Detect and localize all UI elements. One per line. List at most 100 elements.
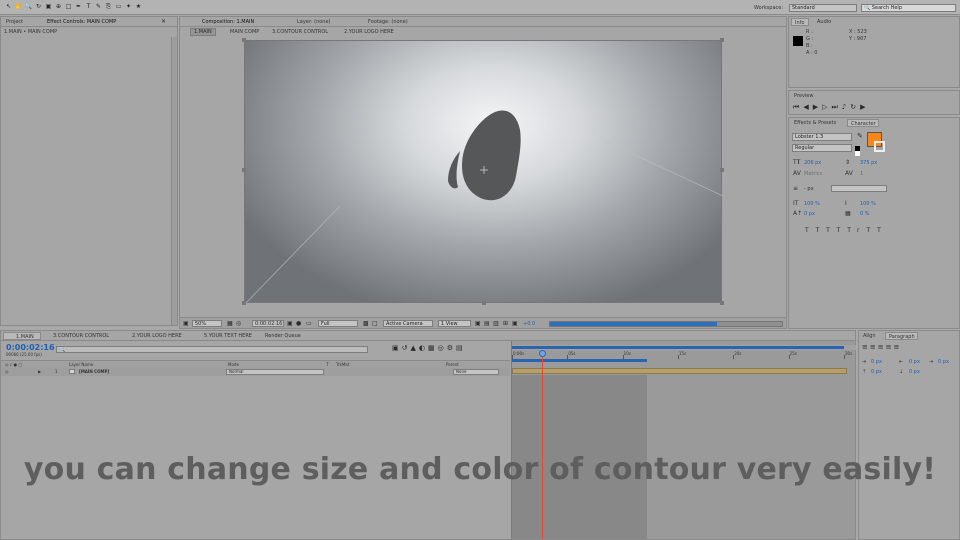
flow-item[interactable]: 2.YOUR LOGO HERE: [344, 29, 394, 35]
motion-blur-icon[interactable]: ◎: [438, 344, 447, 352]
rotate-tool-icon[interactable]: ↻: [34, 3, 43, 11]
frame-blending-icon[interactable]: ▦: [428, 344, 438, 352]
timeline-search-input[interactable]: 🔍: [56, 346, 368, 353]
timeline-tab[interactable]: 5.YOUR TEXT HERE: [204, 333, 252, 339]
pen-tool-icon[interactable]: ✒: [74, 3, 83, 11]
transform-handle[interactable]: [242, 168, 246, 172]
first-frame-icon[interactable]: ⏮: [793, 103, 803, 111]
region-icon[interactable]: ▭: [306, 320, 312, 327]
always-preview-icon[interactable]: ▣: [183, 320, 189, 327]
leading-value[interactable]: 375 px: [860, 160, 877, 166]
camera-tool-icon[interactable]: ▣: [44, 3, 53, 11]
live-update-icon[interactable]: ↺: [402, 344, 411, 352]
vertical-scale-value[interactable]: 100 %: [804, 201, 820, 207]
flow-item-main[interactable]: 1.MAIN: [190, 28, 216, 36]
color-icon[interactable]: ●: [296, 320, 301, 327]
work-area-bar[interactable]: [512, 359, 647, 362]
graph-editor-icon[interactable]: ▤: [456, 344, 466, 352]
navigator-range[interactable]: [512, 346, 844, 349]
transform-handle[interactable]: [720, 38, 724, 42]
tracking-value[interactable]: 1: [860, 171, 863, 177]
stroke-style-select[interactable]: [831, 185, 887, 192]
subscript-button[interactable]: T: [877, 227, 888, 234]
space-after-value[interactable]: 0 px: [909, 369, 920, 375]
tab-audio[interactable]: Audio: [817, 19, 831, 25]
fast-preview-icon[interactable]: ▤: [484, 320, 490, 327]
align-left-icon[interactable]: ≡: [862, 343, 870, 351]
pixel-aspect-icon[interactable]: ▣: [475, 320, 481, 327]
exposure-value[interactable]: +0.0: [523, 321, 535, 327]
play-icon[interactable]: ▶: [813, 103, 822, 111]
faux-italic-button[interactable]: T: [816, 227, 827, 234]
layer-row[interactable]: ◎ ▶ 1 [MAIN COMP] Normal None: [1, 368, 510, 376]
tab-paragraph[interactable]: Paragraph: [885, 332, 918, 340]
flow-item[interactable]: MAIN COMP: [230, 29, 259, 35]
search-help-input[interactable]: 🔍 Search Help: [861, 4, 956, 12]
time-graph[interactable]: 0:00s 05s 10s 15s 20s 25s 30s: [511, 341, 856, 539]
comp-mini-flowchart-icon[interactable]: ▣: [392, 344, 402, 352]
camera-icon[interactable]: ▣: [287, 320, 293, 327]
clone-tool-icon[interactable]: ⎘: [104, 3, 113, 11]
scrollbar[interactable]: [171, 37, 177, 325]
superscript-button[interactable]: T: [867, 227, 878, 234]
col-layer-name[interactable]: Layer Name: [69, 362, 93, 367]
layer-mode-select[interactable]: Normal: [226, 369, 324, 375]
resolution-select[interactable]: Full: [318, 320, 358, 327]
composition-canvas[interactable]: [244, 40, 723, 304]
selection-tool-icon[interactable]: ↖: [4, 3, 13, 11]
timeline-tab[interactable]: 2.YOUR LOGO HERE: [132, 333, 182, 339]
layer-name[interactable]: [MAIN COMP]: [79, 369, 109, 374]
align-right-icon[interactable]: ≡: [878, 343, 886, 351]
audio-icon[interactable]: ♪: [842, 103, 850, 111]
white-swatch[interactable]: [855, 151, 860, 156]
pan-behind-tool-icon[interactable]: ⊕: [54, 3, 63, 11]
indent-left-value[interactable]: 0 px: [871, 359, 882, 365]
timeline-tab[interactable]: 3.CONTOUR CONTROL: [53, 333, 109, 339]
transform-handle[interactable]: [720, 301, 724, 305]
transform-handle[interactable]: [482, 301, 486, 305]
visibility-icon[interactable]: ◎: [5, 369, 9, 374]
zoom-select[interactable]: 50%: [192, 320, 222, 327]
tab-effects-presets[interactable]: Effects & Presets: [794, 120, 836, 126]
first-line-value[interactable]: 0 px: [938, 359, 949, 365]
horizontal-scale-value[interactable]: 100 %: [860, 201, 876, 207]
transform-handle[interactable]: [242, 301, 246, 305]
ram-preview-icon[interactable]: ▶: [860, 103, 869, 111]
justify-icon[interactable]: ≡: [886, 343, 894, 351]
timeline-icon[interactable]: ▥: [493, 320, 499, 327]
roto-tool-icon[interactable]: ✦: [124, 3, 133, 11]
tsume-value[interactable]: 0 %: [860, 211, 870, 217]
snapshot-icon[interactable]: ◎: [236, 320, 241, 327]
font-size-value[interactable]: 206 px: [804, 160, 821, 166]
expand-icon[interactable]: ▶: [38, 369, 41, 374]
transform-handle[interactable]: [242, 38, 246, 42]
kerning-value[interactable]: Metrics: [804, 171, 822, 177]
tab-align[interactable]: Align: [863, 333, 876, 339]
timecode-field[interactable]: 0:00:02:16: [252, 320, 284, 327]
tab-character[interactable]: Character: [847, 119, 879, 127]
timeline-tab-main[interactable]: 1.MAIN: [3, 332, 41, 340]
faux-bold-button[interactable]: T: [805, 227, 816, 234]
tab-preview[interactable]: Preview: [794, 93, 813, 99]
tab-info[interactable]: Info: [791, 18, 809, 26]
loop-icon[interactable]: ↻: [850, 103, 860, 111]
tab-project[interactable]: Project: [6, 19, 23, 25]
previous-frame-icon[interactable]: ◀: [803, 103, 812, 111]
tab-effect-controls[interactable]: Effect Controls: MAIN COMP: [47, 19, 116, 25]
current-time-indicator[interactable]: [542, 350, 543, 539]
hand-tool-icon[interactable]: ✋: [14, 3, 23, 11]
zoom-tool-icon[interactable]: 🔍: [24, 3, 33, 11]
eyedropper-icon[interactable]: ✎: [857, 132, 863, 140]
draft-3d-icon[interactable]: ▲: [411, 344, 419, 352]
tab-composition[interactable]: Composition: 1.MAIN: [202, 19, 254, 25]
workspace-select[interactable]: Standard: [789, 4, 857, 12]
transparency-icon[interactable]: ▩: [363, 320, 369, 327]
tab-footage[interactable]: Footage: (none): [368, 19, 408, 25]
close-icon[interactable]: ✕: [161, 18, 166, 25]
camera-select[interactable]: Active Camera: [383, 320, 433, 327]
font-style-select[interactable]: Regular: [792, 144, 852, 152]
channel-icon[interactable]: ▣: [512, 320, 518, 327]
stroke-color-swatch[interactable]: [874, 141, 885, 152]
baseline-shift-value[interactable]: 0 px: [804, 211, 815, 217]
indent-right-value[interactable]: 0 px: [909, 359, 920, 365]
